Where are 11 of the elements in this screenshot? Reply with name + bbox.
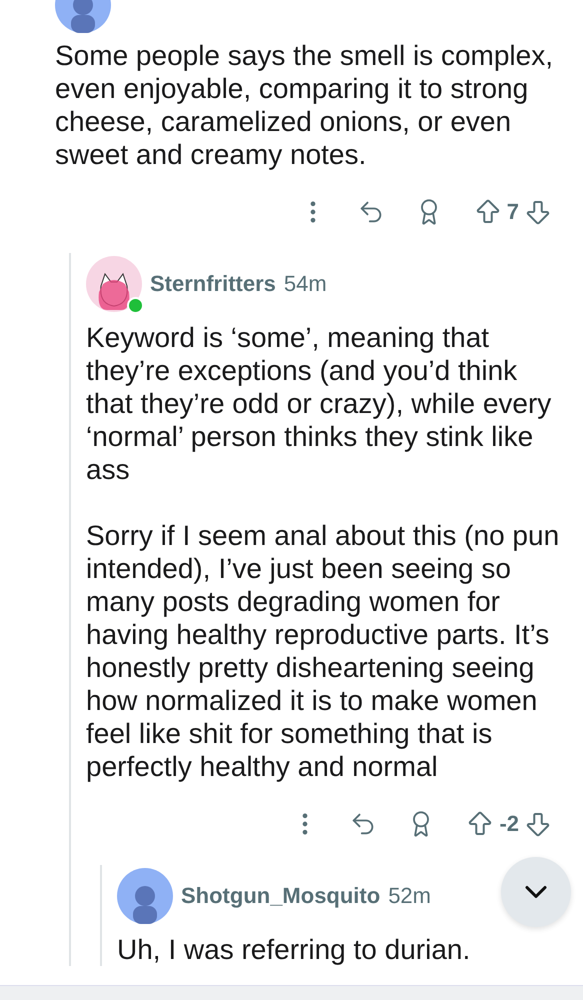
comment-time: 54m [284,271,327,297]
author-name[interactable]: Sternfritters [150,271,276,297]
vote-score: -2 [499,811,519,837]
comment-text: Keyword is ‘some’, meaning that they’re exceptions (and you’d think that they’re odd or crazy), while every ‘normal’ person thinks they stink like ass [86,321,552,486]
comment-time: 52m [388,883,431,909]
author-name[interactable]: Shotgun_Mosquito [181,883,380,909]
comment-text: Uh, I was referring to durian. [117,933,472,966]
cat-icon [97,272,131,312]
vote-score: 7 [506,199,519,225]
comment-text: Sorry if I seem anal about this (no pun intended), I’ve just been seeing so many posts degrading women for having healthy reproductive parts. It’s honestly pretty disheartening seeing how normalized it is to make women feel like shit for something that is perfectly healthy and normal [86,519,560,783]
comment-text: Some people says the smell is complex, even enjoyable, comparing it to strong cheese, caramelized onions, or even sweet and creamy notes. [55,39,554,171]
